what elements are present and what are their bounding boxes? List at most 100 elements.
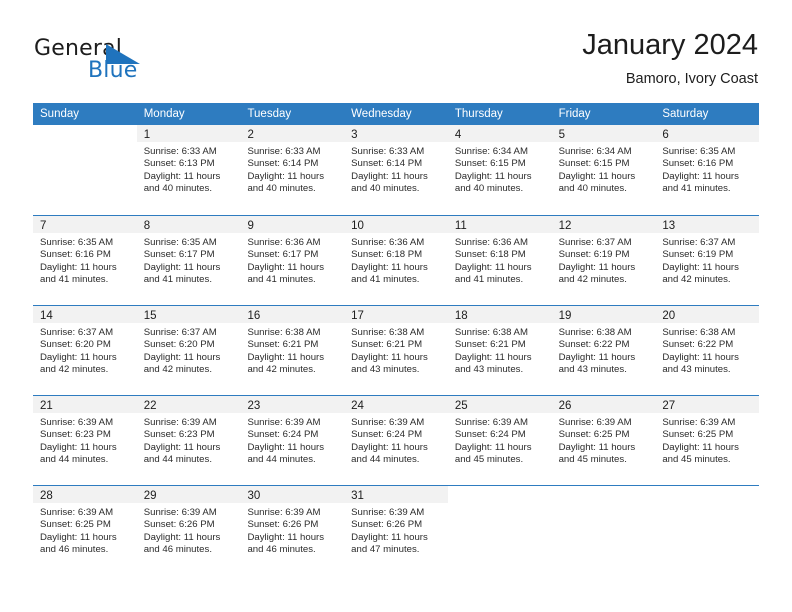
sunset-text: Sunset: 6:23 PM — [143, 429, 215, 441]
calendar-day-cell[interactable]: 18 Sunrise: 6:38 AM Sunset: 6:21 PM Dayligh… — [447, 306, 552, 395]
calendar-day-cell[interactable]: 17 Sunrise: 6:38 AM Sunset: 6:21 PM Dayligh… — [344, 306, 448, 395]
daylight-text-line1: Daylight: 11 hours — [662, 261, 739, 273]
sunrise-text: Sunrise: 6:39 AM — [662, 417, 736, 428]
sunrise-text: Sunrise: 6:35 AM — [143, 237, 217, 248]
sunrise-text: Sunrise: 6:37 AM — [558, 237, 632, 248]
sunrise-text: Sunrise: 6:38 AM — [247, 327, 321, 338]
calendar-day-cell[interactable]: 24 Sunrise: 6:39 AM Sunset: 6:24 PM Dayligh… — [344, 396, 448, 485]
daylight-text-line1: Daylight: 11 hours — [247, 441, 325, 453]
calendar-day-cell[interactable]: 16 Sunrise: 6:38 AM Sunset: 6:21 PM Dayligh… — [240, 306, 345, 395]
calendar-day-cell[interactable]: 7 Sunrise: 6:35 AM Sunset: 6:16 PM Daylight… — [33, 216, 137, 305]
calendar-day-cell[interactable]: 26 Sunrise: 6:39 AM Sunset: 6:25 PM Dayligh… — [551, 396, 656, 485]
calendar-day-cell[interactable]: 25 Sunrise: 6:39 AM Sunset: 6:24 PM Dayligh… — [447, 396, 552, 485]
sunset-text: Sunset: 6:24 PM — [351, 429, 423, 441]
daylight-text-line2: and 41 minutes. — [40, 274, 109, 286]
calendar-day-cell[interactable]: 3 Sunrise: 6:33 AM Sunset: 6:14 PM Daylight… — [344, 125, 448, 215]
general-blue-logo[interactable]: General Blue — [34, 36, 214, 84]
daylight-text-line2: and 41 minutes. — [351, 274, 420, 286]
calendar-day-cell[interactable]: 13 Sunrise: 6:37 AM Sunset: 6:19 PM Dayligh… — [655, 216, 760, 305]
calendar-day-cell[interactable]: 1 Sunrise: 6:33 AM Sunset: 6:13 PM Daylight… — [136, 125, 241, 215]
daylight-text-line1: Daylight: 11 hours — [143, 170, 221, 182]
daylight-text-line2: and 41 minutes. — [247, 274, 316, 286]
daylight-text-line1: Daylight: 11 hours — [454, 351, 532, 363]
day-number-band: 3 — [344, 125, 448, 142]
calendar-day-cell[interactable]: 27 Sunrise: 6:39 AM Sunset: 6:25 PM Dayligh… — [655, 396, 760, 485]
sunset-text: Sunset: 6:19 PM — [558, 249, 630, 261]
day-number: 22 — [143, 400, 157, 412]
daylight-text-line1: Daylight: 11 hours — [454, 170, 532, 182]
calendar-day-cell[interactable]: 14 Sunrise: 6:37 AM Sunset: 6:20 PM Dayligh… — [33, 306, 137, 395]
sunrise-text: Sunrise: 6:39 AM — [247, 417, 321, 428]
daylight-text-line2: and 41 minutes. — [662, 183, 731, 195]
day-details: Sunrise: 6:39 AM Sunset: 6:25 PM Daylight:… — [33, 503, 137, 557]
daylight-text-line1: Daylight: 11 hours — [558, 170, 636, 182]
day-number: 11 — [454, 220, 467, 232]
daylight-text-line1: Daylight: 11 hours — [558, 351, 636, 363]
day-number-band: 25 — [447, 396, 552, 413]
day-number: 3 — [351, 129, 358, 141]
calendar-day-cell[interactable]: 31 Sunrise: 6:39 AM Sunset: 6:26 PM Dayligh… — [344, 486, 448, 575]
sunrise-text: Sunrise: 6:34 AM — [558, 146, 632, 157]
page-subtitle: Bamoro, Ivory Coast — [625, 71, 758, 87]
calendar-day-cell-empty — [447, 486, 552, 575]
calendar-day-cell[interactable]: 19 Sunrise: 6:38 AM Sunset: 6:22 PM Dayligh… — [551, 306, 656, 395]
sunrise-text: Sunrise: 6:33 AM — [351, 146, 425, 157]
day-number-band: 12 — [551, 216, 656, 233]
day-number: 2 — [247, 129, 254, 141]
calendar-day-cell[interactable]: 12 Sunrise: 6:37 AM Sunset: 6:19 PM Dayligh… — [551, 216, 656, 305]
day-details: Sunrise: 6:35 AM Sunset: 6:17 PM Daylight:… — [137, 233, 241, 287]
calendar-day-cell[interactable]: 15 Sunrise: 6:37 AM Sunset: 6:20 PM Dayligh… — [136, 306, 241, 395]
daylight-text-line2: and 40 minutes. — [454, 183, 524, 195]
calendar-week-row: 28 Sunrise: 6:39 AM Sunset: 6:25 PM Dayligh… — [33, 485, 760, 575]
day-number: 10 — [351, 220, 364, 232]
calendar-day-cell[interactable]: 5 Sunrise: 6:34 AM Sunset: 6:15 PM Daylight… — [551, 125, 656, 215]
weekday-header-sunday: Sunday — [40, 108, 80, 120]
daylight-text-line1: Daylight: 11 hours — [143, 531, 221, 543]
calendar-week-row: 21 Sunrise: 6:39 AM Sunset: 6:23 PM Dayligh… — [33, 395, 760, 485]
daylight-text-line2: and 43 minutes. — [558, 364, 627, 376]
daylight-text-line2: and 41 minutes. — [454, 274, 524, 286]
daylight-text-line2: and 42 minutes. — [247, 364, 316, 376]
day-number-band: 7 — [33, 216, 137, 233]
calendar-weeks: 1 Sunrise: 6:33 AM Sunset: 6:13 PM Daylight… — [33, 125, 760, 575]
daylight-text-line1: Daylight: 11 hours — [247, 351, 325, 363]
calendar-day-cell[interactable]: 10 Sunrise: 6:36 AM Sunset: 6:18 PM Dayligh… — [344, 216, 448, 305]
calendar-day-cell[interactable]: 8 Sunrise: 6:35 AM Sunset: 6:17 PM Daylight… — [136, 216, 241, 305]
calendar-day-cell[interactable]: 20 Sunrise: 6:38 AM Sunset: 6:22 PM Dayligh… — [655, 306, 760, 395]
calendar-day-cell[interactable]: 11 Sunrise: 6:36 AM Sunset: 6:18 PM Dayligh… — [447, 216, 552, 305]
daylight-text-line1: Daylight: 11 hours — [247, 261, 325, 273]
daylight-text-line2: and 42 minutes. — [662, 274, 731, 286]
day-number-band: 28 — [33, 486, 137, 503]
calendar-day-cell[interactable]: 6 Sunrise: 6:35 AM Sunset: 6:16 PM Daylight… — [655, 125, 760, 215]
day-details: Sunrise: 6:35 AM Sunset: 6:16 PM Daylight:… — [33, 233, 137, 287]
sunrise-text: Sunrise: 6:37 AM — [662, 237, 736, 248]
day-details: Sunrise: 6:38 AM Sunset: 6:21 PM Daylight:… — [240, 323, 344, 377]
calendar-day-cell[interactable]: 30 Sunrise: 6:39 AM Sunset: 6:26 PM Dayligh… — [240, 486, 345, 575]
day-number: 31 — [351, 490, 364, 502]
calendar-day-cell[interactable]: 29 Sunrise: 6:39 AM Sunset: 6:26 PM Dayligh… — [136, 486, 241, 575]
daylight-text-line1: Daylight: 11 hours — [40, 261, 117, 273]
day-number-band: 18 — [447, 306, 552, 323]
calendar-day-cell[interactable]: 22 Sunrise: 6:39 AM Sunset: 6:23 PM Dayligh… — [136, 396, 241, 485]
daylight-text-line1: Daylight: 11 hours — [40, 531, 117, 543]
calendar-day-cell[interactable]: 9 Sunrise: 6:36 AM Sunset: 6:17 PM Daylight… — [240, 216, 345, 305]
sunset-text: Sunset: 6:21 PM — [454, 339, 526, 351]
calendar-day-cell[interactable]: 2 Sunrise: 6:33 AM Sunset: 6:14 PM Daylight… — [240, 125, 345, 215]
daylight-text-line1: Daylight: 11 hours — [351, 531, 428, 543]
calendar-day-cell[interactable]: 21 Sunrise: 6:39 AM Sunset: 6:23 PM Dayligh… — [33, 396, 137, 485]
day-number: 6 — [662, 129, 669, 141]
daylight-text-line2: and 43 minutes. — [662, 364, 731, 376]
calendar-day-cell[interactable]: 4 Sunrise: 6:34 AM Sunset: 6:15 PM Daylight… — [447, 125, 552, 215]
sunset-text: Sunset: 6:20 PM — [143, 339, 215, 351]
logo-text-blue: Blue — [88, 58, 138, 83]
sunrise-text: Sunrise: 6:36 AM — [454, 237, 528, 248]
day-number: 16 — [247, 310, 261, 322]
daylight-text-line2: and 42 minutes. — [40, 364, 109, 376]
calendar-day-cell[interactable]: 23 Sunrise: 6:39 AM Sunset: 6:24 PM Dayligh… — [240, 396, 345, 485]
day-details: Sunrise: 6:38 AM Sunset: 6:22 PM Daylight:… — [552, 323, 656, 377]
day-number: 1 — [143, 129, 151, 141]
daylight-text-line2: and 47 minutes. — [351, 544, 420, 556]
calendar-day-cell[interactable]: 28 Sunrise: 6:39 AM Sunset: 6:25 PM Dayligh… — [33, 486, 137, 575]
sunrise-text: Sunrise: 6:35 AM — [40, 237, 114, 248]
calendar-day-cell-empty — [33, 125, 137, 215]
